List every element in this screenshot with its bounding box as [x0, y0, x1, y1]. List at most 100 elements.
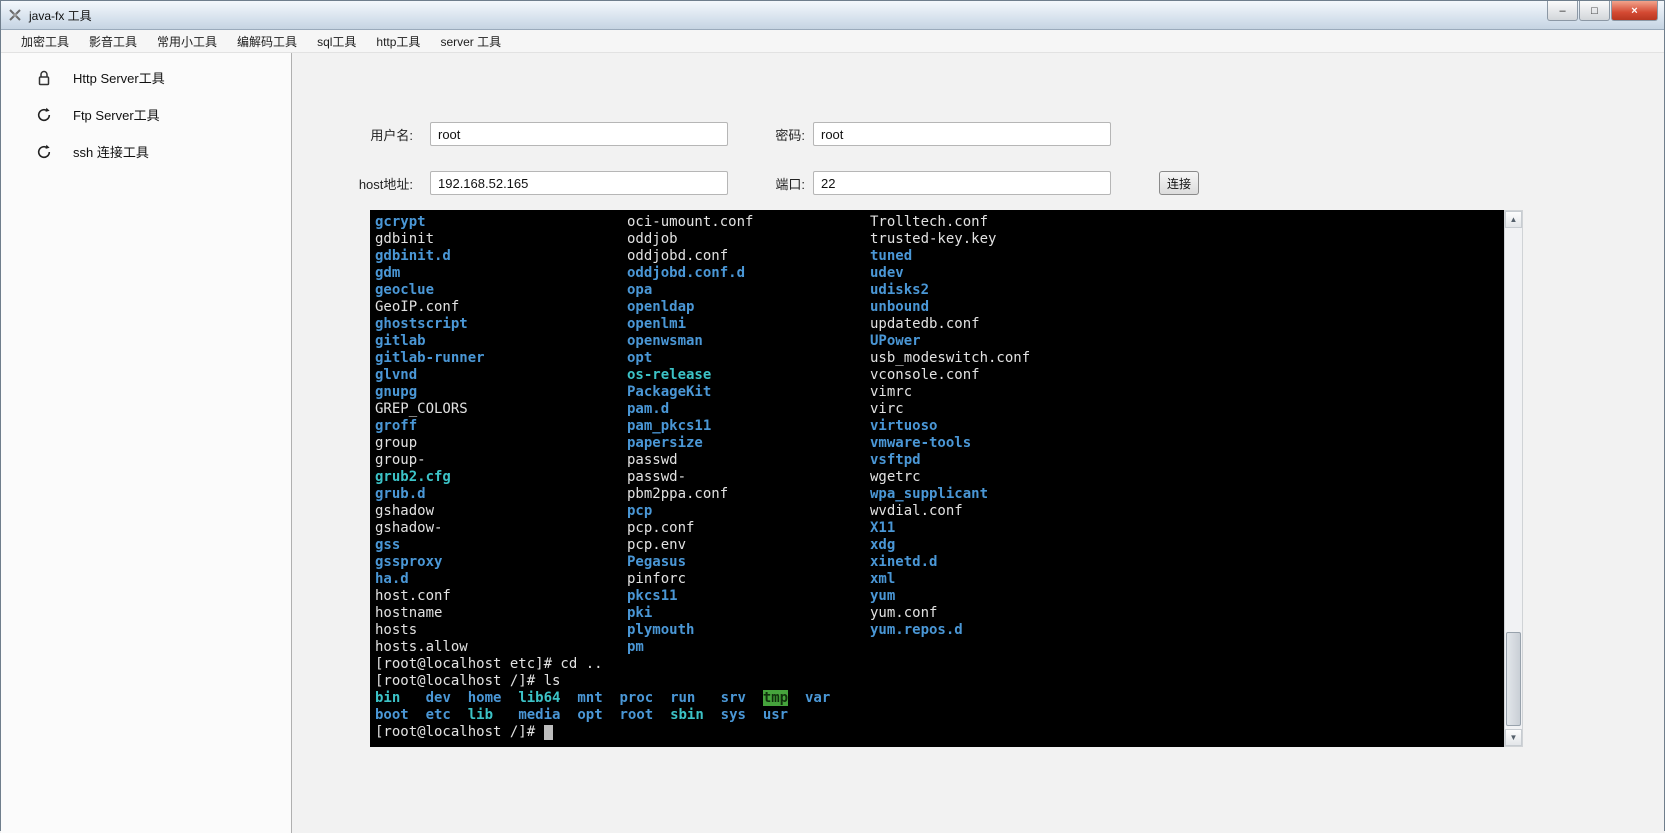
sidebar-item-ssh-connect[interactable]: ssh 连接工具 [1, 133, 291, 170]
maximize-button[interactable]: □ [1579, 1, 1610, 21]
terminal-line: gitlab-runneroptusb_modeswitch.conf [375, 350, 1504, 367]
main-panel: 用户名: 密码: host地址: 端口: 连接 gcryptoci-umount… [292, 53, 1664, 833]
terminal-line: gssproxyPegasusxinetd.d [375, 554, 1504, 571]
menu-item-media[interactable]: 影音工具 [79, 30, 147, 53]
terminal-text [695, 690, 720, 706]
terminal-entry: groff [375, 418, 627, 435]
terminal-text: media [518, 707, 560, 723]
terminal-entry: PackageKit [627, 384, 870, 401]
terminal-line: gdbinit.doddjobd.conftuned [375, 248, 1504, 265]
terminal-line: ghostscriptopenlmiupdatedb.conf [375, 316, 1504, 333]
menu-item-sql[interactable]: sql工具 [307, 30, 366, 53]
terminal-text: usr [763, 707, 788, 723]
terminal-entry: pcp.env [627, 537, 870, 554]
terminal-entry: passwd [627, 452, 870, 469]
terminal-entry: openlmi [627, 316, 870, 333]
terminal-line: [root@localhost /]# [375, 724, 1504, 741]
menu-item-http[interactable]: http工具 [366, 30, 430, 53]
minimize-button[interactable]: – [1547, 1, 1578, 21]
terminal-text: sys [721, 707, 746, 723]
terminal-entry: vsftpd [870, 452, 921, 469]
password-input[interactable] [813, 122, 1111, 146]
terminal-entry: xdg [870, 537, 895, 554]
terminal-line: gnupgPackageKitvimrc [375, 384, 1504, 401]
terminal-entry: gitlab [375, 333, 627, 350]
terminal-entry: pm [627, 639, 870, 656]
terminal-cursor [544, 725, 553, 740]
terminal-entry: pcp.conf [627, 520, 870, 537]
menu-item-common-tools[interactable]: 常用小工具 [147, 30, 227, 53]
terminal-line: grub.dpbm2ppa.confwpa_supplicant [375, 486, 1504, 503]
menu-bar: 加密工具 影音工具 常用小工具 编解码工具 sql工具 http工具 serve… [1, 30, 1664, 53]
terminal-entry: gnupg [375, 384, 627, 401]
terminal-text [560, 707, 577, 723]
terminal-text [603, 707, 620, 723]
lock-icon [35, 70, 53, 86]
sidebar-item-http-server[interactable]: Http Server工具 [1, 59, 291, 96]
maximize-icon: □ [1591, 5, 1598, 17]
terminal-line: host.confpkcs11yum [375, 588, 1504, 605]
menu-item-codec[interactable]: 编解码工具 [227, 30, 307, 53]
terminal-line: [root@localhost /]# ls [375, 673, 1504, 690]
terminal-line: gshadowpcpwvdial.conf [375, 503, 1504, 520]
terminal-entry: yum.repos.d [870, 622, 963, 639]
terminal-text [409, 707, 426, 723]
terminal-text [704, 707, 721, 723]
scroll-down-icon: ▼ [1510, 733, 1518, 742]
scroll-up-button[interactable]: ▲ [1505, 211, 1522, 228]
sidebar-item-ftp-server[interactable]: Ftp Server工具 [1, 96, 291, 133]
terminal-entry: GeoIP.conf [375, 299, 627, 316]
terminal-entry: gdm [375, 265, 627, 282]
terminal-text: srv [721, 690, 746, 706]
terminal-entry: hosts [375, 622, 627, 639]
terminal-area: gcryptoci-umount.confTrolltech.confgdbin… [370, 210, 1523, 747]
scroll-up-icon: ▲ [1510, 215, 1518, 224]
terminal-entry: host.conf [375, 588, 627, 605]
menu-item-server[interactable]: server 工具 [430, 30, 511, 53]
close-button[interactable]: × [1611, 1, 1658, 21]
username-label: 用户名: [292, 125, 413, 144]
terminal-line: bin dev home lib64 mnt proc run srv tmp … [375, 690, 1504, 707]
terminal-text: dev [426, 690, 451, 706]
terminal-line: boot etc lib media opt root sbin sys usr [375, 707, 1504, 724]
port-input[interactable] [813, 171, 1111, 195]
terminal-line: grub2.cfgpasswd-wgetrc [375, 469, 1504, 486]
host-label: host地址: [292, 174, 413, 193]
sidebar-item-label: Http Server工具 [73, 68, 165, 87]
scrollbar-track[interactable] [1505, 228, 1522, 729]
terminal-entry: GREP_COLORS [375, 401, 627, 418]
terminal-output[interactable]: gcryptoci-umount.confTrolltech.confgdbin… [370, 210, 1504, 747]
scrollbar-thumb[interactable] [1506, 632, 1521, 726]
title-bar[interactable]: java-fx 工具 – □ × [1, 1, 1664, 30]
terminal-line: group-passwdvsftpd [375, 452, 1504, 469]
terminal-line: gdmoddjobd.conf.dudev [375, 265, 1504, 282]
scroll-down-button[interactable]: ▼ [1505, 729, 1522, 746]
terminal-entry: unbound [870, 299, 929, 316]
username-input[interactable] [430, 122, 728, 146]
terminal-text: run [670, 690, 695, 706]
window-controls: – □ × [1546, 1, 1658, 21]
terminal-line: ha.dpinforcxml [375, 571, 1504, 588]
host-input[interactable] [430, 171, 728, 195]
terminal-line: gshadow-pcp.confX11 [375, 520, 1504, 537]
sidebar-item-label: Ftp Server工具 [73, 105, 160, 124]
terminal-text [746, 690, 763, 706]
terminal-text: boot [375, 707, 409, 723]
terminal-scrollbar[interactable]: ▲ ▼ [1504, 210, 1523, 747]
terminal-entry: grub2.cfg [375, 469, 627, 486]
terminal-entry: passwd- [627, 469, 870, 486]
terminal-entry: gss [375, 537, 627, 554]
terminal-entry: oddjobd.conf.d [627, 265, 870, 282]
terminal-entry: wpa_supplicant [870, 486, 988, 503]
terminal-entry: ghostscript [375, 316, 627, 333]
terminal-line: hostnamepkiyum.conf [375, 605, 1504, 622]
menu-item-encrypt[interactable]: 加密工具 [11, 30, 79, 53]
app-icon [7, 7, 23, 23]
terminal-entry: openldap [627, 299, 870, 316]
connect-button[interactable]: 连接 [1159, 171, 1199, 195]
terminal-entry: grub.d [375, 486, 627, 503]
terminal-line: groffpam_pkcs11virtuoso [375, 418, 1504, 435]
terminal-entry: oddjob [627, 231, 870, 248]
terminal-line: hostsplymouthyum.repos.d [375, 622, 1504, 639]
content-area: Http Server工具 Ftp Server工具 ssh 连接工具 [1, 53, 1664, 833]
